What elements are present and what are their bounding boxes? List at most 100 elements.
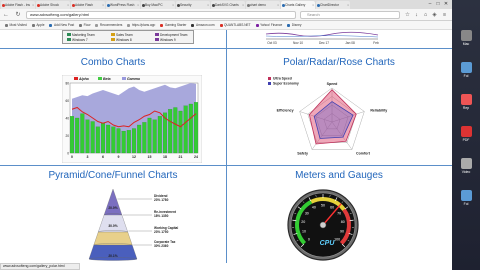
bookmark-item[interactable]: Disney xyxy=(287,23,301,27)
bookmark-item[interactable]: Apple xyxy=(31,23,44,27)
tab-favicon-icon xyxy=(176,3,180,7)
pyramid-value-label: 20.1% xyxy=(108,254,117,258)
beta-bar xyxy=(80,113,85,154)
bookmark-icon xyxy=(5,23,8,27)
bookmark-icon xyxy=(191,23,195,27)
search-placeholder: Search xyxy=(307,12,320,17)
tab-close-icon[interactable]: × xyxy=(242,3,244,7)
desktop-icon-glyph xyxy=(460,190,472,201)
tab-favicon-icon xyxy=(246,3,250,7)
pyramid-label: 30% 2360 xyxy=(154,244,169,248)
legend-entry: Windows 7 xyxy=(67,38,88,42)
bookmark-label: https://plans.app xyxy=(131,23,156,27)
browser-tab[interactable]: Adobe Flash - Ins × xyxy=(1,1,35,9)
search-input[interactable]: Search xyxy=(300,11,400,19)
bookmark-icon xyxy=(255,23,259,27)
y-tick-label: 80 xyxy=(65,82,69,86)
reload-icon[interactable]: ↻ xyxy=(14,11,22,19)
top-right-chart: Oct 03 Nov 10 Dec 17 Jan 08 Feb xyxy=(262,30,382,46)
bookmark-item[interactable]: Gaming Starter xyxy=(160,23,186,27)
combo-chart[interactable]: Alpha Beta Gamma 0 3 6 9 12 15 18 21 24 80 60 40 20 0 xyxy=(61,74,203,164)
tab-close-icon[interactable]: × xyxy=(102,3,104,7)
bookmark-icon xyxy=(49,23,53,27)
browser-tab[interactable]: Adobe Flash × xyxy=(71,1,105,9)
tab-close-icon[interactable]: × xyxy=(67,3,69,7)
desktop-icon-label: Fol xyxy=(463,202,469,206)
y-tick-label: 40 xyxy=(65,117,69,121)
bookmark-item[interactable]: Recommenders xyxy=(95,23,122,27)
beta-bar xyxy=(152,119,157,154)
bookmark-item[interactable]: Most Visited xyxy=(5,23,27,27)
download-icon[interactable]: ↓ xyxy=(413,11,420,19)
desktop-icon[interactable]: Rep xyxy=(456,94,476,110)
radar-axis-label: Comfort xyxy=(356,152,371,156)
bookmark-label: Most Visited xyxy=(9,23,27,27)
tab-close-icon[interactable]: × xyxy=(207,3,209,7)
desktop-icon[interactable]: Fol xyxy=(456,190,476,206)
pyramid-value-label: 30.0% xyxy=(108,224,117,228)
browser-tab[interactable]: chart demo × xyxy=(246,1,280,9)
desktop-icon-label: Fol xyxy=(463,74,469,78)
tab-label: ChartDirector xyxy=(320,3,339,7)
x-tick-label: 9 xyxy=(118,155,120,159)
bookmark-item[interactable]: Add New Post xyxy=(49,23,74,27)
axis-tick-label: Feb xyxy=(373,41,379,45)
menu-icon[interactable]: ≡ xyxy=(441,11,448,19)
close-window-button[interactable]: ✕ xyxy=(441,0,451,8)
section-title-meters[interactable]: Meters and Gauges xyxy=(226,170,452,181)
home-icon[interactable]: ⌂ xyxy=(422,11,429,19)
x-tick-label: 3 xyxy=(87,155,89,159)
top-right-chart-svg: Oct 03 Nov 10 Dec 17 Jan 08 Feb xyxy=(265,31,379,45)
tab-close-icon[interactable]: × xyxy=(347,3,349,7)
url-bar[interactable]: www.advsofteng.com/gallery.html xyxy=(26,11,296,19)
pyramid-chart[interactable]: 20.0% 30.0% 20.1% Dividend 23% 1780 Re-invest… xyxy=(78,187,188,263)
tab-close-icon[interactable]: × xyxy=(32,3,34,7)
beta-bar xyxy=(183,105,188,154)
pyramid-layer xyxy=(103,188,123,216)
bookmark-item[interactable]: https://plans.app xyxy=(127,23,155,27)
bookmark-item[interactable]: Amazon.com xyxy=(191,23,215,27)
x-tick-label: 18 xyxy=(163,155,167,159)
legend-swatch xyxy=(268,82,271,85)
radar-axis-label: Speed xyxy=(327,82,338,86)
section-title-polar[interactable]: Polar/Radar/Rose Charts xyxy=(226,57,452,68)
desktop-icon[interactable]: Fol xyxy=(456,62,476,78)
bookmark-label: Gaming Starter xyxy=(164,23,187,27)
legend-entry: Windows 9 xyxy=(155,38,176,42)
star-icon[interactable]: ☆ xyxy=(404,11,411,19)
tab-close-icon[interactable]: × xyxy=(277,3,279,7)
section-title-combo[interactable]: Combo Charts xyxy=(0,57,226,68)
back-icon[interactable]: ← xyxy=(2,11,10,19)
browser-tab[interactable]: DarkSVG Charts × xyxy=(211,1,245,9)
bookmark-icon xyxy=(160,23,164,27)
axis-tick-label: Jan 08 xyxy=(345,41,355,45)
beta-bar xyxy=(75,117,80,154)
tab-close-icon[interactable]: × xyxy=(172,3,174,7)
pocket-icon[interactable]: ◈ xyxy=(431,11,438,19)
cpu-gauge[interactable]: 0 10 20 30 40 50 60 70 80 90 100 CPU xyxy=(284,187,362,263)
bookmark-label: Amazon.com xyxy=(195,23,215,27)
bookmark-item[interactable]: Flow xyxy=(79,23,90,27)
tab-favicon-icon xyxy=(281,3,285,7)
desktop-icon[interactable]: Mac xyxy=(456,30,476,46)
tab-close-icon[interactable]: × xyxy=(137,3,139,7)
browser-tab[interactable]: Security × xyxy=(176,1,210,9)
browser-tab[interactable]: Adobe Shock × xyxy=(36,1,70,9)
bookmark-item[interactable]: Yahoo! Finance xyxy=(255,23,282,27)
tab-close-icon[interactable]: × xyxy=(312,3,314,7)
desktop-icon[interactable]: PDF xyxy=(456,126,476,142)
beta-bar xyxy=(178,110,183,154)
browser-tab[interactable]: WordPress Flash × xyxy=(106,1,140,9)
radar-chart[interactable]: Speed Reliability Comfort Safety Efficiency U… xyxy=(262,74,402,164)
desktop-icon[interactable]: Video xyxy=(456,158,476,174)
section-title-pyramid[interactable]: Pyramid/Cone/Funnel Charts xyxy=(0,170,226,181)
gauge-label: CPU xyxy=(320,240,336,247)
bookmark-item[interactable]: QUANTLABS.NET xyxy=(219,23,251,27)
tab-bar: Adobe Flash - Ins × Adobe Shock × Adobe Flas… xyxy=(0,0,452,9)
bookmark-label: QUANTLABS.NET xyxy=(224,23,251,27)
browser-tab[interactable]: ChartDirector × xyxy=(316,1,350,9)
tab-favicon-icon xyxy=(316,3,320,7)
tab-favicon-icon xyxy=(211,3,215,7)
browser-tab[interactable]: Buy Mac/PC × xyxy=(141,1,175,9)
browser-tab[interactable]: Charts Gallery × xyxy=(281,1,315,9)
